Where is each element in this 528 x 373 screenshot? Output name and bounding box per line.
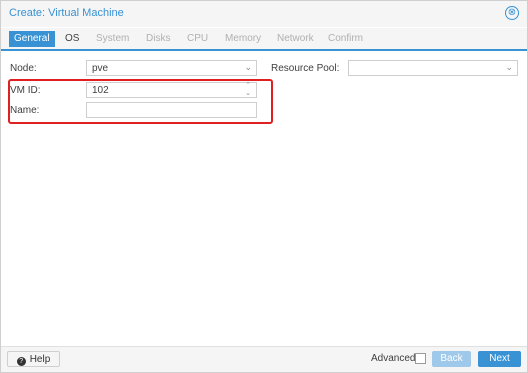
chevron-down-icon[interactable]: ⌄	[244, 62, 252, 73]
tab-disks[interactable]: Disks	[141, 31, 175, 47]
node-label: Node:	[10, 63, 37, 74]
chevron-down-icon[interactable]: ⌄	[505, 62, 513, 73]
tab-general[interactable]: General	[9, 31, 55, 47]
help-button[interactable]: ? Help	[7, 351, 60, 367]
help-icon: ?	[16, 357, 26, 366]
tab-system[interactable]: System	[91, 31, 134, 47]
node-select[interactable]: pve ⌄	[86, 60, 257, 76]
back-button[interactable]: Back	[432, 351, 471, 367]
dialog-title: Create: Virtual Machine	[9, 7, 124, 19]
node-value: pve	[92, 63, 109, 74]
dialog-titlebar: Create: Virtual Machine ⊗	[1, 1, 527, 27]
highlight-box	[8, 79, 273, 124]
next-button[interactable]: Next	[478, 351, 521, 367]
tab-os[interactable]: OS	[60, 31, 84, 47]
tab-confirm[interactable]: Confirm	[323, 31, 368, 47]
help-label: Help	[29, 354, 51, 365]
create-vm-dialog: Create: Virtual Machine ⊗ General OS Sys…	[0, 0, 528, 373]
close-icon[interactable]: ⊗	[505, 6, 519, 20]
dialog-footer: ? Help Advanced Back Next	[1, 346, 527, 372]
resource-pool-label: Resource Pool:	[271, 63, 340, 74]
resource-pool-select[interactable]: ⌄	[348, 60, 518, 76]
wizard-tabs: General OS System Disks CPU Memory Netwo…	[1, 28, 527, 51]
tab-cpu[interactable]: CPU	[182, 31, 213, 47]
advanced-label: Advanced	[371, 353, 416, 364]
tab-memory[interactable]: Memory	[220, 31, 266, 47]
tab-network[interactable]: Network	[272, 31, 319, 47]
advanced-checkbox[interactable]	[415, 353, 426, 364]
